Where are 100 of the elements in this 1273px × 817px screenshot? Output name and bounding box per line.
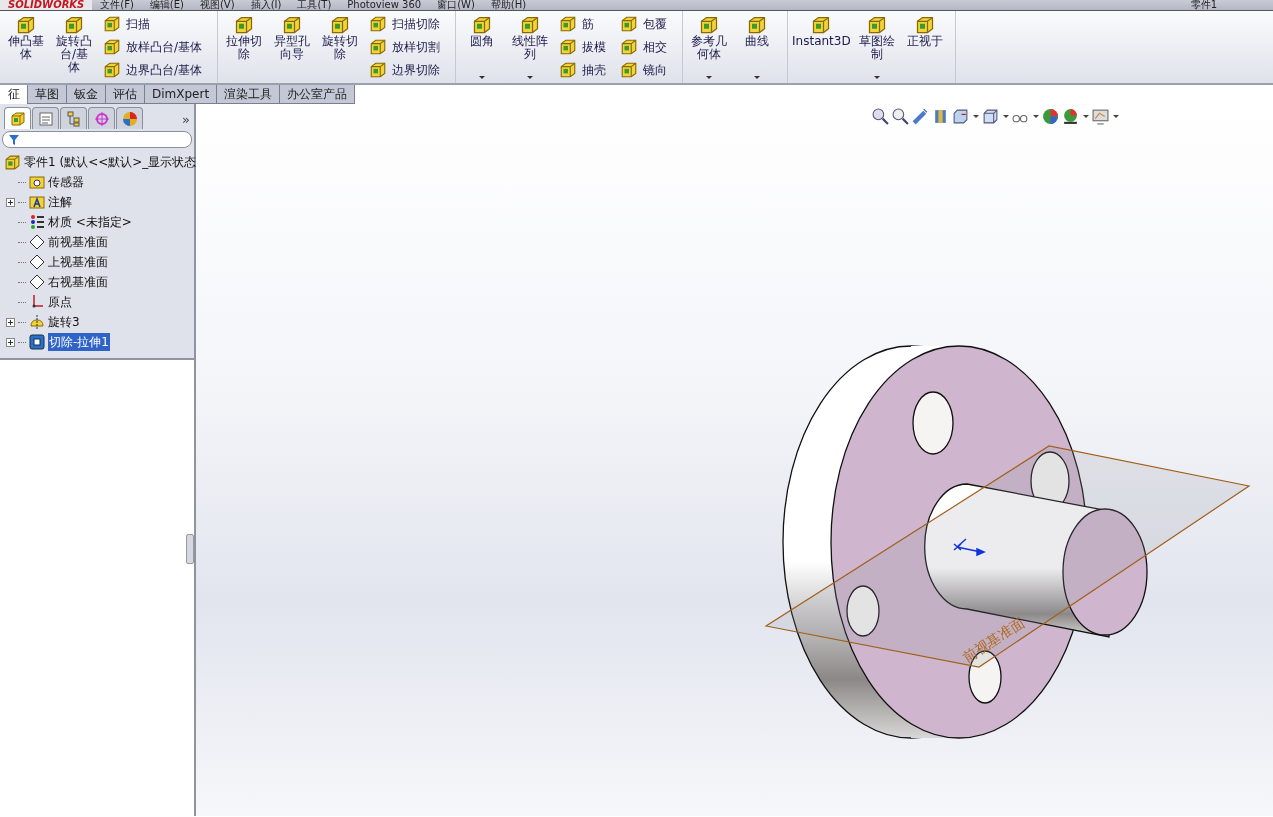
splitter-handle[interactable]	[186, 534, 194, 564]
block-icon	[620, 38, 639, 56]
menu-item[interactable]: 文件(F)	[92, 0, 142, 10]
cut-icon	[29, 334, 45, 350]
more-button[interactable]: »	[182, 109, 190, 129]
command-tab[interactable]: 评估	[105, 85, 145, 104]
block-icon	[103, 15, 121, 34]
ribbon-button[interactable]: 异型孔向导	[270, 13, 315, 83]
material-icon	[29, 214, 45, 230]
ribbon-button[interactable]: Instant3D	[792, 13, 851, 83]
magnifier-icon[interactable]	[872, 108, 889, 125]
folder-icon	[29, 174, 45, 190]
menu-item[interactable]: 插入(I)	[242, 0, 290, 10]
panel-tab[interactable]	[32, 107, 59, 129]
menu-item[interactable]: Photoview 360	[339, 0, 430, 10]
tree-item[interactable]: 切除-拉伸1	[48, 333, 110, 351]
ribbon-button[interactable]: 圆角	[460, 13, 505, 83]
plane-icon	[29, 234, 45, 250]
command-tab[interactable]: DimXpert	[144, 85, 218, 104]
part-icon	[4, 153, 21, 171]
ball-icon[interactable]	[1062, 108, 1079, 125]
magnifier-icon[interactable]	[892, 108, 909, 125]
document-title: 零件1	[1189, 0, 1218, 10]
axis-triad-icon	[953, 538, 986, 557]
tree-item[interactable]: 上视基准面	[48, 253, 108, 271]
ribbon-button[interactable]: 抽壳	[556, 58, 610, 81]
filter-field[interactable]	[2, 131, 192, 148]
logo-text: SOLIDWORKS	[0, 0, 93, 10]
tree-item[interactable]: 旋转3	[48, 313, 80, 331]
ribbon-button[interactable]: 相交	[617, 36, 671, 58]
expand-icon[interactable]	[6, 317, 15, 327]
menu-item[interactable]: 工具(T)	[289, 0, 340, 10]
ribbon-button[interactable]: 参考几何体	[687, 13, 732, 83]
block-icon	[330, 15, 351, 35]
ribbon-button[interactable]: 放样切割	[366, 36, 444, 58]
tree-item[interactable]: 原点	[48, 293, 72, 311]
tree-item[interactable]: 材质 <未指定>	[48, 213, 132, 231]
panel-tab[interactable]	[88, 107, 115, 129]
block-icon	[472, 15, 493, 35]
ribbon-button[interactable]: 线性阵列	[508, 13, 553, 83]
block-icon	[369, 38, 388, 56]
block-icon	[620, 15, 639, 34]
command-tab[interactable]: 钣金	[66, 85, 106, 104]
tree-item[interactable]: 注解	[48, 193, 72, 211]
block-icon	[559, 38, 578, 56]
block-icon	[559, 60, 578, 79]
ribbon-button[interactable]: 镜向	[617, 58, 671, 81]
block-icon	[369, 60, 388, 79]
property-icon	[37, 110, 54, 127]
block-icon	[64, 15, 84, 35]
tree-item[interactable]: 传感器	[48, 173, 84, 191]
cube-icon[interactable]	[982, 108, 999, 125]
tree-item[interactable]: 零件1 (默认<<默认>_显示状态	[24, 153, 197, 171]
block-icon	[369, 15, 388, 34]
panel-tab[interactable]	[116, 107, 143, 129]
part-icon	[9, 110, 26, 127]
ribbon-button[interactable]: 包覆	[617, 13, 671, 36]
ribbon-button[interactable]: 正视于	[902, 13, 947, 83]
monitor-icon[interactable]	[1092, 108, 1109, 125]
menu-item[interactable]: 帮助(H)	[482, 0, 535, 10]
block-icon	[234, 15, 255, 35]
command-tab[interactable]: 渲染工具	[216, 85, 281, 104]
plane-icon	[29, 254, 45, 270]
ribbon-button[interactable]: 边界切除	[366, 58, 444, 81]
plane-label: 前视基准面	[959, 613, 1028, 666]
ribbon-button[interactable]: 伸凸基体	[4, 13, 48, 83]
plane-icon	[29, 274, 45, 290]
ribbon-button[interactable]: 放样凸台/基体	[100, 36, 206, 58]
color-wheel-icon	[121, 110, 138, 127]
ribbon-button[interactable]: 边界凸台/基体	[100, 58, 206, 81]
ribbon-button[interactable]: 旋转凸台/基体	[52, 13, 96, 83]
block-icon	[699, 15, 720, 35]
block-icon	[620, 60, 639, 79]
ribbon-button[interactable]: 扫描	[100, 13, 206, 36]
ribbon-button[interactable]: 拔模	[556, 36, 610, 58]
ribbon-button[interactable]: 拉伸切除	[222, 13, 267, 83]
ribbon-button[interactable]: 筋	[556, 13, 610, 36]
expand-icon[interactable]	[6, 197, 15, 207]
block-icon	[866, 15, 887, 35]
ball-icon[interactable]	[1042, 108, 1059, 125]
menu-item[interactable]: 视图(V)	[191, 0, 243, 10]
target-icon	[93, 110, 110, 127]
ribbon-button[interactable]: 旋转切除	[318, 13, 363, 83]
block-icon	[811, 15, 832, 35]
ribbon-button[interactable]: 扫描切除	[366, 13, 444, 36]
cube-icon[interactable]	[952, 108, 969, 125]
menu-item[interactable]: 窗口(W)	[429, 0, 483, 10]
block-icon	[282, 15, 303, 35]
block-icon	[559, 15, 578, 34]
command-tab[interactable]: 办公室产品	[279, 85, 356, 104]
panel-tab[interactable]	[4, 107, 31, 129]
ribbon-button[interactable]: 曲线	[735, 13, 780, 83]
ribbon-button[interactable]: 草图绘制	[854, 13, 899, 83]
block-icon	[103, 60, 121, 79]
menu-item[interactable]: 编辑(E)	[141, 0, 192, 10]
tree-item[interactable]: 前视基准面	[48, 233, 108, 251]
panel-tab[interactable]	[60, 107, 87, 129]
tree-item[interactable]: 右视基准面	[48, 273, 108, 291]
command-tab[interactable]: 草图	[27, 85, 67, 104]
expand-icon[interactable]	[6, 337, 15, 347]
